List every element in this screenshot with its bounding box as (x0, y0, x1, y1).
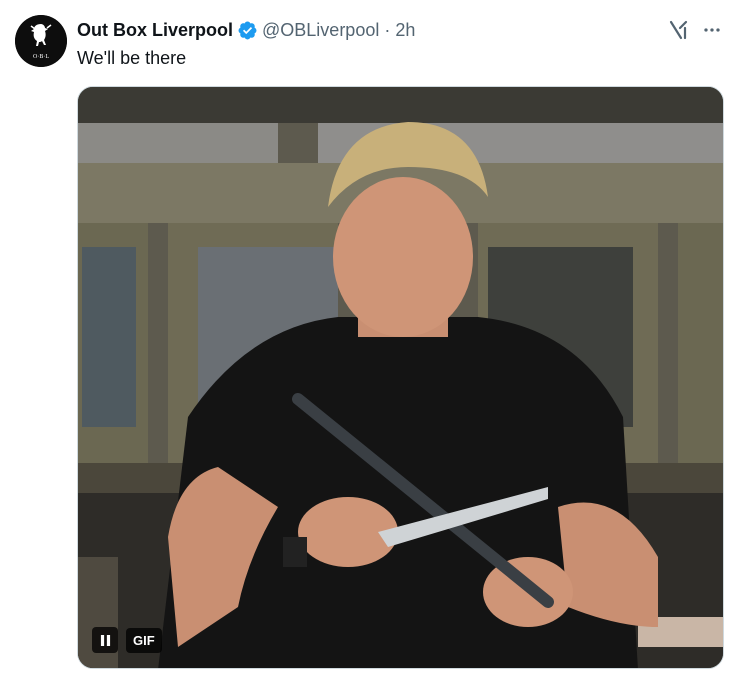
gif-media[interactable]: GIF (77, 86, 724, 669)
author-handle[interactable]: @OBLiverpool (262, 20, 379, 41)
tweet-card[interactable]: O·B·L Out Box Liverpool @OBLiverpool · 2… (0, 0, 730, 673)
gif-controls: GIF (92, 627, 162, 653)
tweet-header: Out Box Liverpool @OBLiverpool · 2h (77, 18, 415, 42)
timestamp[interactable]: 2h (395, 20, 415, 41)
pause-button[interactable] (92, 627, 118, 653)
more-options-icon[interactable] (700, 19, 724, 41)
svg-text:O·B·L: O·B·L (33, 54, 49, 60)
gif-badge: GIF (126, 627, 162, 653)
display-name[interactable]: Out Box Liverpool (77, 20, 233, 41)
tweet-text: We'll be there (77, 48, 187, 68)
liverbird-logo-icon: O·B·L (15, 15, 67, 67)
grok-icon[interactable] (668, 19, 690, 41)
separator-dot: · (384, 19, 391, 40)
avatar[interactable]: O·B·L (15, 15, 67, 67)
verified-badge-icon[interactable] (237, 20, 258, 41)
pause-icon (100, 634, 110, 646)
chef-sharpening-knife-gif (78, 87, 723, 668)
